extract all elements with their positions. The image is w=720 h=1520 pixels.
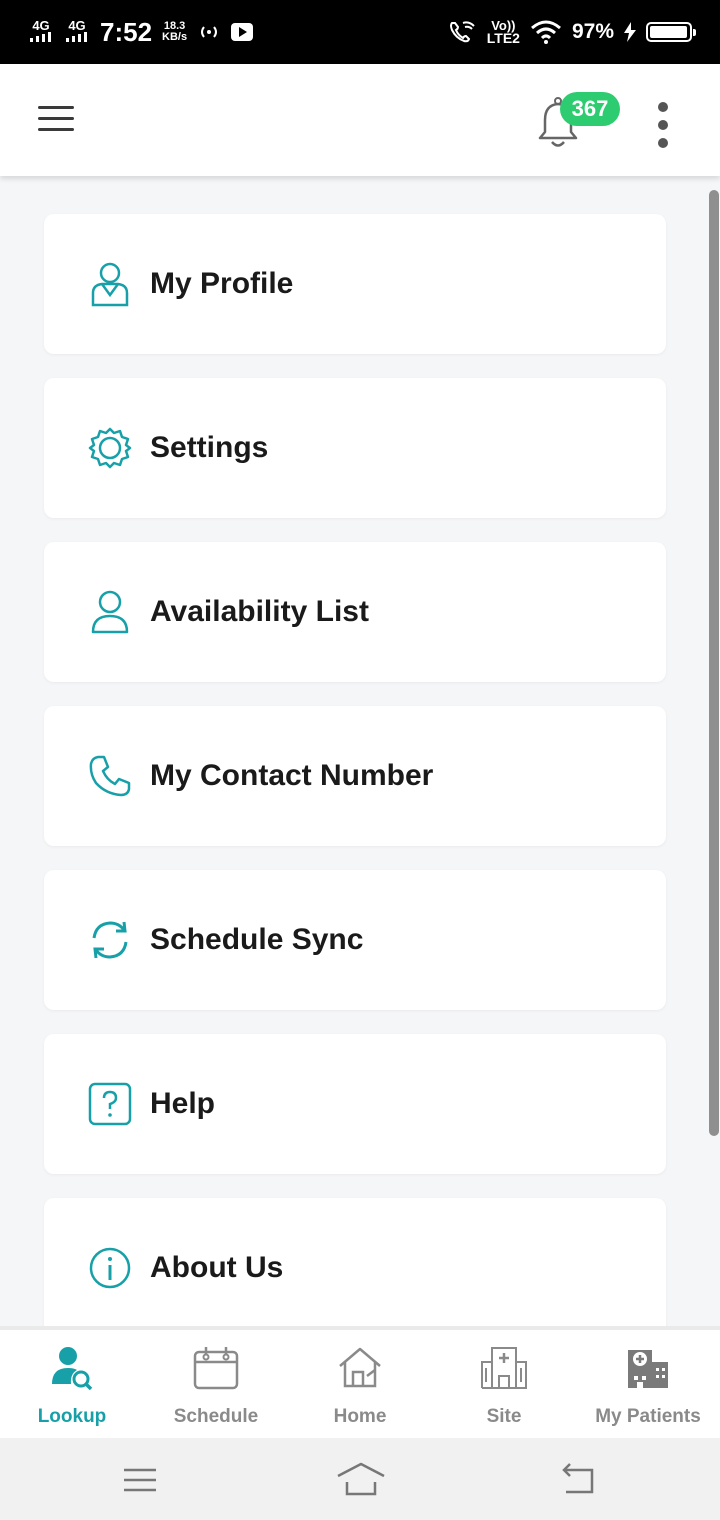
menu-item-label: Schedule Sync — [150, 923, 364, 956]
home-nav-icon[interactable] — [336, 1460, 386, 1500]
nav-site[interactable]: Site — [432, 1330, 576, 1438]
nav-lookup[interactable]: Lookup — [0, 1330, 144, 1438]
nav-label: Site — [486, 1406, 522, 1427]
scrollbar[interactable] — [709, 190, 719, 1136]
battery-percent: 97% — [571, 20, 614, 43]
menu-item-label: My Contact Number — [150, 759, 434, 792]
patients-icon — [624, 1344, 672, 1392]
menu-item-label: Help — [150, 1087, 216, 1120]
menu-item-about-us[interactable]: About Us — [44, 1198, 666, 1326]
recents-icon[interactable] — [118, 1460, 162, 1500]
calendar-icon — [192, 1344, 240, 1392]
menu-item-label: My Profile — [150, 267, 294, 300]
app-bar: 367 — [0, 64, 720, 176]
signal-2: 4G — [64, 19, 90, 44]
status-bar: 4G 4G 7:52 18.3 KB/s Vo)) LTE2 97% — [0, 0, 720, 64]
nav-my-patients[interactable]: My Patients — [576, 1330, 720, 1438]
menu-icon — [38, 106, 74, 109]
nav-home[interactable]: Home — [288, 1330, 432, 1438]
menu-item-label: About Us — [150, 1251, 284, 1284]
network-speed: 18.3 KB/s — [162, 20, 188, 43]
notification-badge[interactable]: 367 — [560, 92, 620, 126]
more-vert-icon — [658, 102, 668, 112]
nav-label: My Patients — [595, 1406, 701, 1427]
wifi-icon — [530, 20, 561, 44]
menu-item-availability-list[interactable]: Availability List — [44, 542, 666, 682]
more-options-button[interactable] — [652, 102, 674, 148]
charging-icon — [624, 22, 636, 42]
signal-1: 4G — [28, 19, 54, 44]
clock: 7:52 — [100, 16, 153, 47]
system-nav-bar — [0, 1438, 720, 1520]
signal-bars-icon — [30, 32, 51, 42]
nav-label: Home — [333, 1406, 387, 1427]
phone-icon — [86, 752, 134, 800]
menu-item-settings[interactable]: Settings — [44, 378, 666, 518]
user-icon — [86, 588, 134, 636]
bottom-nav: Lookup Schedule Home Site My Patients — [0, 1326, 720, 1438]
wifi-call-icon — [449, 21, 475, 43]
nav-label: Schedule — [173, 1406, 259, 1427]
battery-icon — [646, 22, 696, 42]
back-icon[interactable] — [556, 1460, 600, 1500]
menu-item-label: Availability List — [150, 595, 369, 628]
help-icon — [86, 1080, 134, 1128]
signal-bars-icon — [66, 32, 87, 42]
menu-item-label: Settings — [150, 431, 269, 464]
nav-schedule[interactable]: Schedule — [144, 1330, 288, 1438]
gear-icon — [86, 424, 134, 472]
menu-item-schedule-sync[interactable]: Schedule Sync — [44, 870, 666, 1010]
volte-indicator: Vo)) LTE2 — [486, 18, 520, 46]
info-icon — [86, 1244, 134, 1292]
menu-item-my-contact-number[interactable]: My Contact Number — [44, 706, 666, 846]
user-search-icon — [48, 1344, 96, 1392]
menu-list: My Profile Settings Availability List My… — [0, 176, 720, 1326]
menu-button[interactable] — [38, 106, 74, 134]
hotspot-icon — [201, 26, 218, 38]
home-icon — [336, 1344, 384, 1392]
youtube-icon — [231, 23, 254, 41]
sync-icon — [86, 916, 134, 964]
menu-item-help[interactable]: Help — [44, 1034, 666, 1174]
nav-label: Lookup — [37, 1406, 107, 1427]
hospital-icon — [480, 1344, 528, 1392]
profile-icon — [86, 260, 134, 308]
menu-item-my-profile[interactable]: My Profile — [44, 214, 666, 354]
